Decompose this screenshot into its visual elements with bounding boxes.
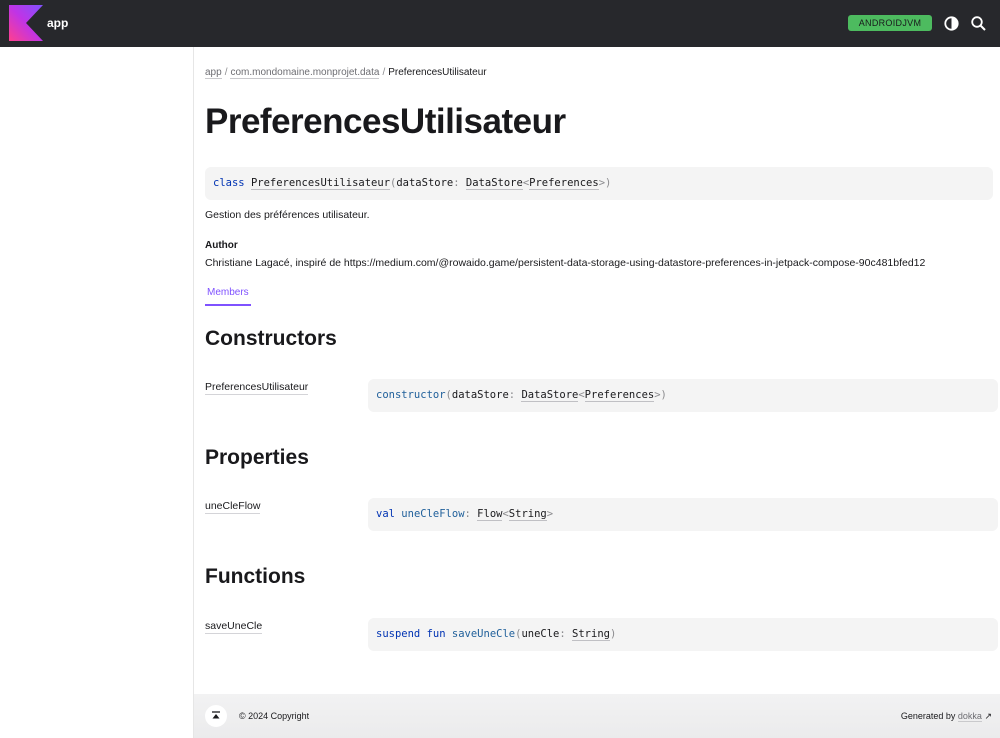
constructors-heading: Constructors (205, 327, 337, 350)
app-name[interactable]: app (47, 16, 68, 30)
property-link[interactable]: uneCleFlow (401, 508, 464, 520)
constructor-name-link[interactable]: PreferencesUtilisateur (205, 381, 309, 395)
breadcrumb-link-package[interactable]: com.mondomaine.monprojet.data (230, 67, 380, 79)
keyword: class (213, 177, 245, 189)
type-link[interactable]: String (572, 628, 610, 641)
keyword: fun (426, 628, 446, 640)
param-name: dataStore (396, 177, 454, 189)
class-signature-code: class PreferencesUtilisateur(dataStore: … (213, 177, 612, 190)
constructor-signature: constructor(dataStore: DataStore<Prefere… (368, 379, 998, 412)
properties-heading: Properties (205, 446, 309, 469)
function-signature-code: suspend fun saveUneCle(uneCle: String) (376, 628, 617, 641)
generated-by: Generated by dokka ↗ (901, 711, 992, 722)
breadcrumb-current: PreferencesUtilisateur (388, 67, 487, 78)
type-arg-link[interactable]: Preferences (529, 177, 599, 190)
type-arg-link[interactable]: String (508, 508, 547, 521)
tab-members[interactable]: Members (205, 287, 251, 306)
main-content: app / com.mondomaine.monprojet.data / Prefer… (194, 47, 1000, 738)
author-label: Author (205, 240, 238, 251)
keyword: suspend (376, 628, 421, 640)
keyword: val (376, 508, 395, 520)
functions-heading: Functions (205, 565, 306, 588)
function-signature: suspend fun saveUneCle(uneCle: String) (368, 618, 998, 651)
colon: : (508, 389, 516, 401)
property-signature: val uneCleFlow: Flow<String> (368, 498, 998, 531)
generated-by-label: Generated by (900, 711, 956, 721)
colon: : (464, 508, 471, 520)
paren: ) (660, 389, 667, 401)
top-navigation-bar: app ANDROIDJVM (0, 0, 1000, 47)
kotlin-logo-icon[interactable] (9, 5, 43, 41)
colon: : (453, 177, 460, 189)
external-link-icon: ↗ (984, 711, 992, 721)
footer: © 2024 Copyright Generated by dokka ↗ (194, 694, 1000, 738)
class-description: Gestion des préférences utilisateur. (205, 209, 370, 221)
type-link[interactable]: DataStore (521, 389, 579, 402)
constructor-signature-code: constructor(dataStore: DataStore<Prefere… (376, 389, 667, 402)
breadcrumb: app / com.mondomaine.monprojet.data / Prefer… (205, 67, 487, 79)
class-signature: class PreferencesUtilisateur(dataStore: … (205, 167, 993, 200)
page-title: PreferencesUtilisateur (205, 102, 566, 141)
constructor-keyword-link[interactable]: constructor (376, 389, 446, 401)
angle: < (502, 508, 509, 520)
breadcrumb-link-app[interactable]: app (205, 67, 222, 79)
contrast-icon[interactable] (943, 15, 960, 32)
breadcrumb-separator: / (382, 67, 386, 78)
navigation-sidebar (0, 47, 194, 738)
platform-filter-badge[interactable]: ANDROIDJVM (848, 15, 932, 31)
paren: ) (609, 628, 617, 640)
search-icon[interactable] (970, 15, 987, 32)
param-name: dataStore (451, 389, 509, 401)
param-name: uneCle (521, 628, 560, 640)
type-arg-link[interactable]: Preferences (584, 389, 655, 402)
function-name-link[interactable]: saveUneCle (205, 620, 263, 634)
arrow-up-to-top-icon[interactable] (205, 705, 227, 727)
type-link[interactable]: DataStore (465, 177, 523, 190)
property-name-link[interactable]: uneCleFlow (205, 500, 261, 514)
copyright-text: © 2024 Copyright (239, 711, 310, 721)
class-name-link[interactable]: PreferencesUtilisateur (250, 177, 391, 190)
property-signature-code: val uneCleFlow: Flow<String> (376, 508, 554, 521)
angle: < (578, 389, 585, 401)
paren: ) (605, 177, 612, 189)
author-text: Christiane Lagacé, inspiré de https://me… (205, 257, 926, 269)
dokka-link[interactable]: dokka (957, 711, 982, 722)
type-link[interactable]: Flow (477, 508, 503, 521)
function-link[interactable]: saveUneCle (452, 628, 515, 640)
colon: : (559, 628, 566, 640)
breadcrumb-separator: / (224, 67, 228, 78)
angle: > (546, 508, 554, 520)
